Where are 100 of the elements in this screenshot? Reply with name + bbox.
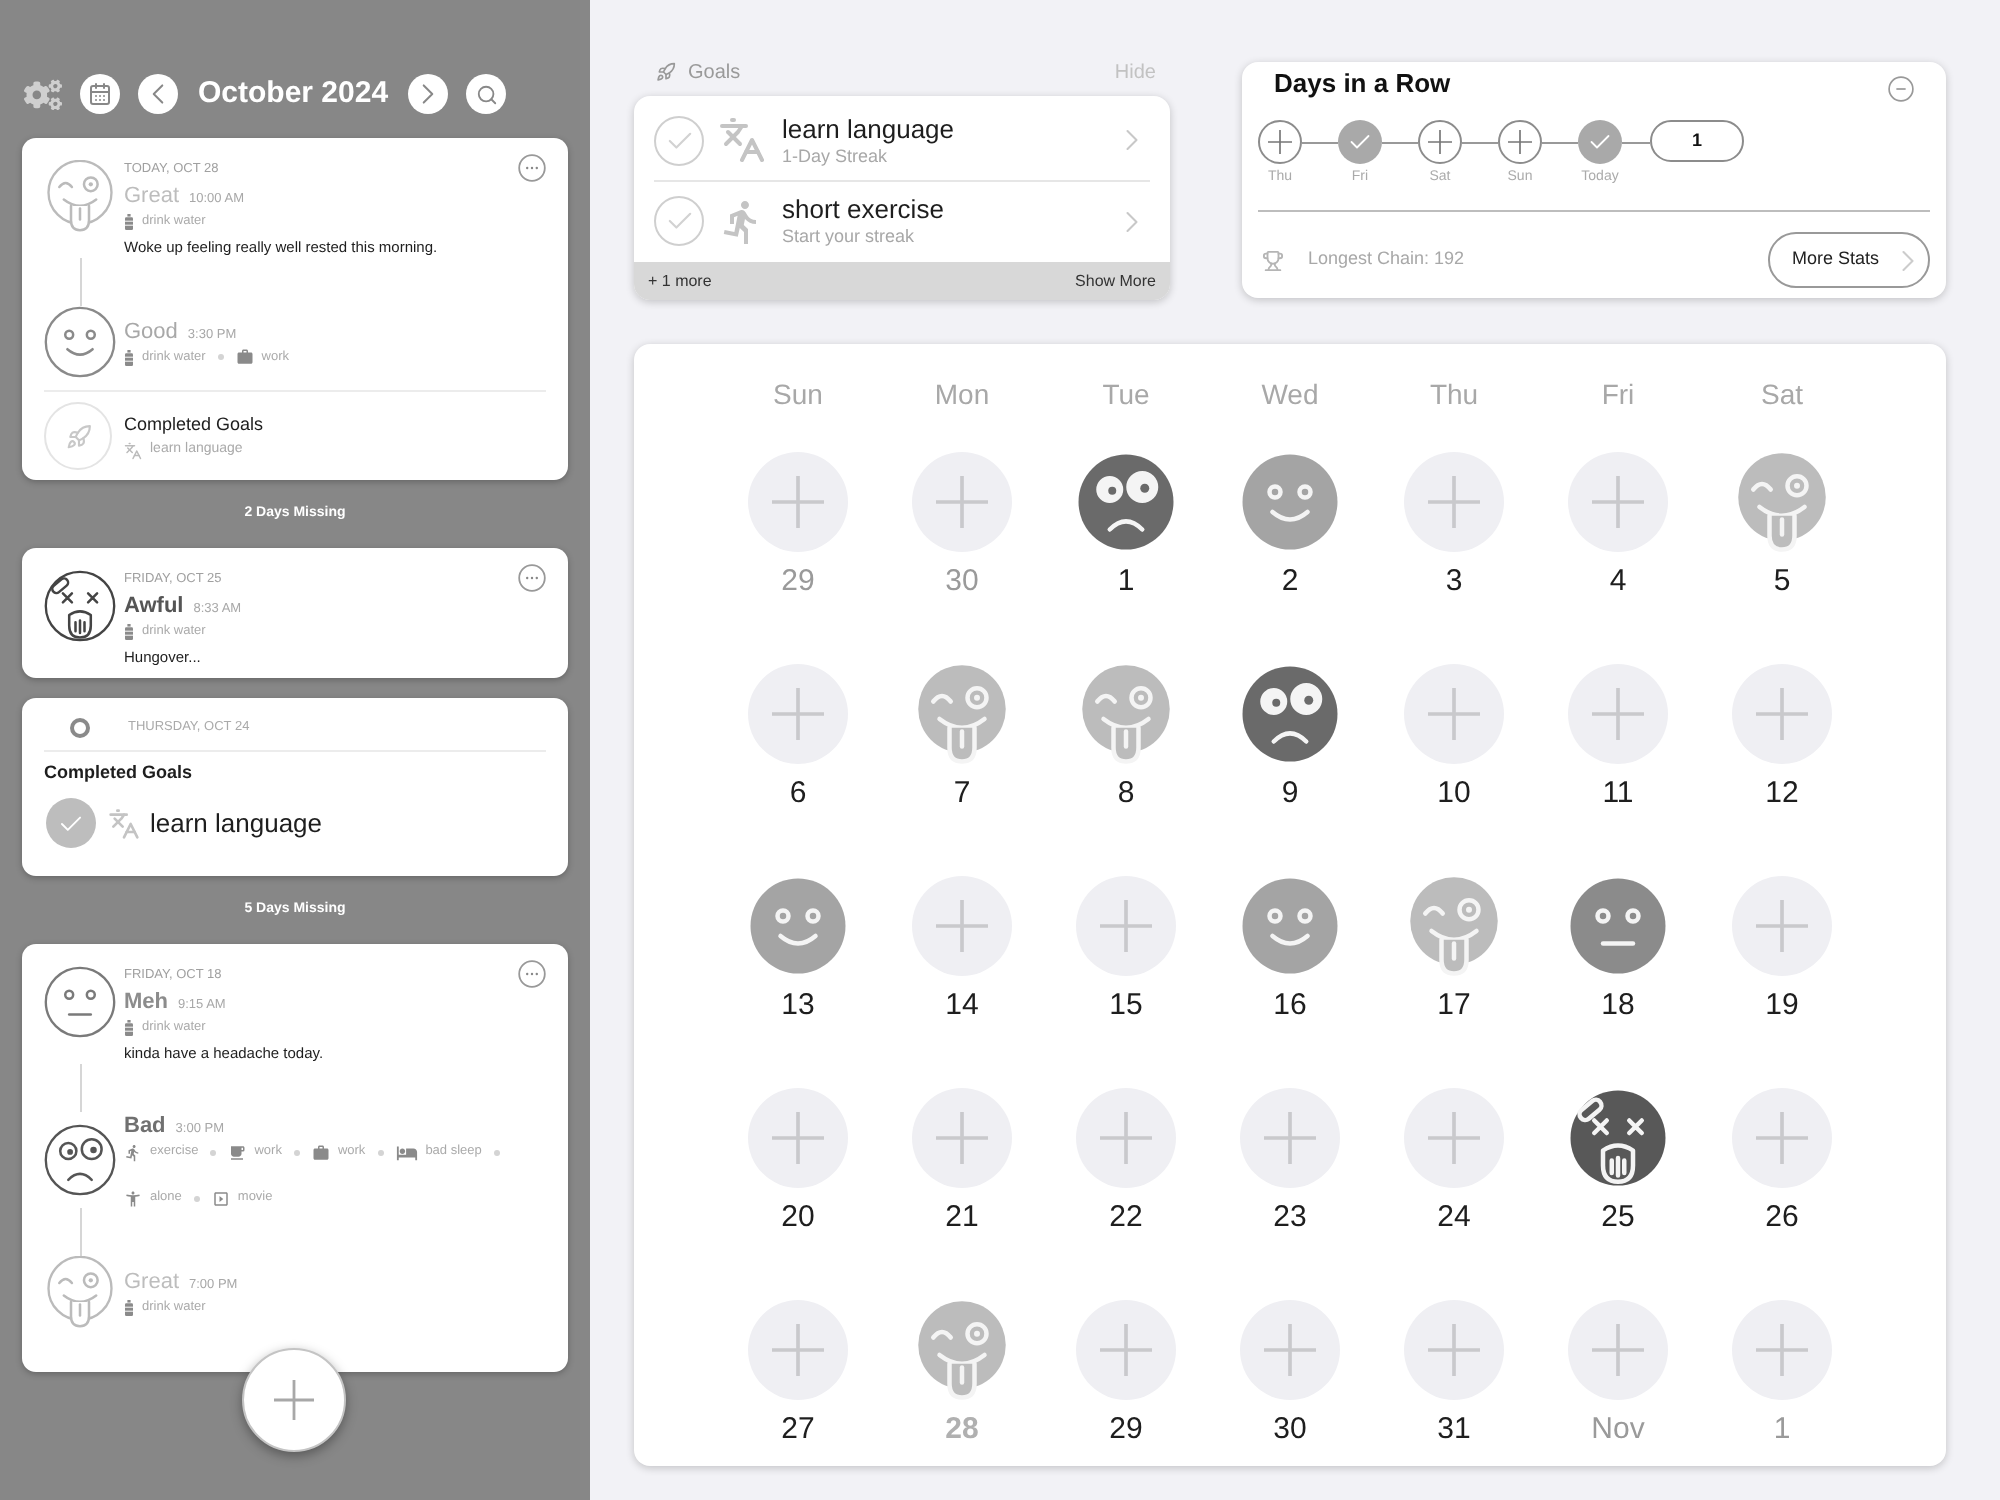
goal-title[interactable]: learn language [782,113,1126,143]
mood-label: Bad [124,1112,166,1140]
goal-title[interactable]: short exercise [782,194,1126,224]
plus-icon [1592,688,1644,740]
day-number: 1 [1773,1414,1791,1446]
smiling-face-icon[interactable] [748,876,848,976]
plus-icon [1756,688,1808,740]
search-button[interactable] [466,74,507,114]
day-number: Nov [1591,1414,1645,1446]
plus-icon [936,476,988,528]
collapse-icon[interactable] [1888,75,1914,101]
plus-icon [1100,1324,1152,1376]
plus-icon [1592,476,1644,528]
day-number: 18 [1601,990,1635,1022]
chevron-right-icon [1126,128,1138,152]
rocket-icon [44,402,112,470]
plus-icon [1268,130,1292,154]
coffee-cup-icon [228,1143,247,1161]
day-number: 21 [945,1202,979,1234]
day-number: 22 [1109,1202,1143,1234]
add-entry-button[interactable] [242,1348,346,1452]
month-title: October 2024 [198,73,389,114]
worried-face-icon[interactable] [1240,664,1340,764]
more-goals-count: + 1 more [648,269,712,293]
chain-connector [1622,142,1650,144]
tongue-out-face-icon [44,160,116,232]
smiling-face-icon[interactable] [1240,876,1340,976]
translate-icon [108,807,140,839]
plus-icon [1264,1112,1316,1164]
mood-label: Good [124,317,178,345]
weekday-label: Fri [1601,376,1635,414]
completed-goals-title: Completed Goals [44,762,195,784]
chevron-right-icon [1126,209,1138,233]
settings-icon[interactable] [24,77,62,111]
show-more-button[interactable]: Show More [1075,269,1156,293]
goal-checkbox[interactable] [46,798,96,848]
mood-label: Meh [124,988,168,1016]
chevron-right-icon [1902,249,1914,271]
tongue-out-face-icon[interactable] [1732,452,1832,552]
weekday-label: Tue [1102,376,1150,414]
weekday-label: Wed [1261,376,1319,414]
more-icon[interactable] [518,154,546,182]
streak-title: Days in a Row [1274,66,1451,103]
day-number: 6 [789,778,807,810]
day-number: 24 [1437,1202,1471,1234]
briefcase-icon [235,348,254,366]
calendar-icon [88,82,112,106]
chain-connector [1542,142,1578,144]
calendar-button[interactable] [80,74,120,114]
day-number: 5 [1773,566,1791,598]
day-number: 23 [1273,1202,1307,1234]
tongue-out-face-icon[interactable] [1076,664,1176,764]
ring-icon [70,718,90,738]
more-icon[interactable] [518,564,546,592]
plus-icon [1264,1324,1316,1376]
more-stats-button[interactable]: More Stats [1768,232,1930,288]
translate-icon [124,441,142,459]
day-number: 30 [945,566,979,598]
plus-icon [274,1380,314,1420]
mood-label: Great [124,182,180,210]
worried-face-icon [44,1124,116,1196]
check-icon [60,815,82,831]
tongue-out-face-icon[interactable] [912,1300,1012,1400]
plus-icon [936,900,988,952]
check-icon [667,212,691,230]
streak-count: 1 [1650,120,1744,162]
goal-checkbox[interactable] [654,196,704,246]
goal-checkbox[interactable] [654,115,704,165]
completed-goals-title: Completed Goals [124,412,264,436]
previous-month-button[interactable] [138,74,178,114]
bed-icon [395,1141,418,1163]
tongue-out-face-icon[interactable] [1404,876,1504,976]
goal-subtitle: 1-Day Streak [782,144,890,167]
plus-icon [1756,1324,1808,1376]
next-month-button[interactable] [408,74,449,114]
timeline-connector [79,1208,81,1256]
day-number: 25 [1601,1202,1635,1234]
tongue-out-face-icon [44,1256,116,1328]
plus-icon [1428,688,1480,740]
tongue-out-face-icon[interactable] [912,664,1012,764]
person-icon [124,1189,142,1207]
plus-icon [1100,900,1152,952]
weekday-label: Sat [1760,376,1803,414]
dizzy-face-icon[interactable] [1568,1088,1668,1188]
neutral-face-icon[interactable] [1568,876,1668,976]
day-number: 4 [1609,566,1627,598]
plus-icon [772,476,824,528]
smiling-face-icon[interactable] [1240,452,1340,552]
worried-face-icon[interactable] [1076,452,1176,552]
chain-connector [1462,142,1498,144]
bottle-icon [124,1020,134,1036]
plus-icon [1756,900,1808,952]
day-number: 19 [1765,990,1799,1022]
plus-icon [772,688,824,740]
more-icon[interactable] [518,960,546,988]
day-number: 11 [1602,778,1634,810]
check-icon [667,131,691,149]
chain-connector [1382,142,1418,144]
day-number: 9 [1281,778,1299,810]
bottle-icon [124,624,134,640]
